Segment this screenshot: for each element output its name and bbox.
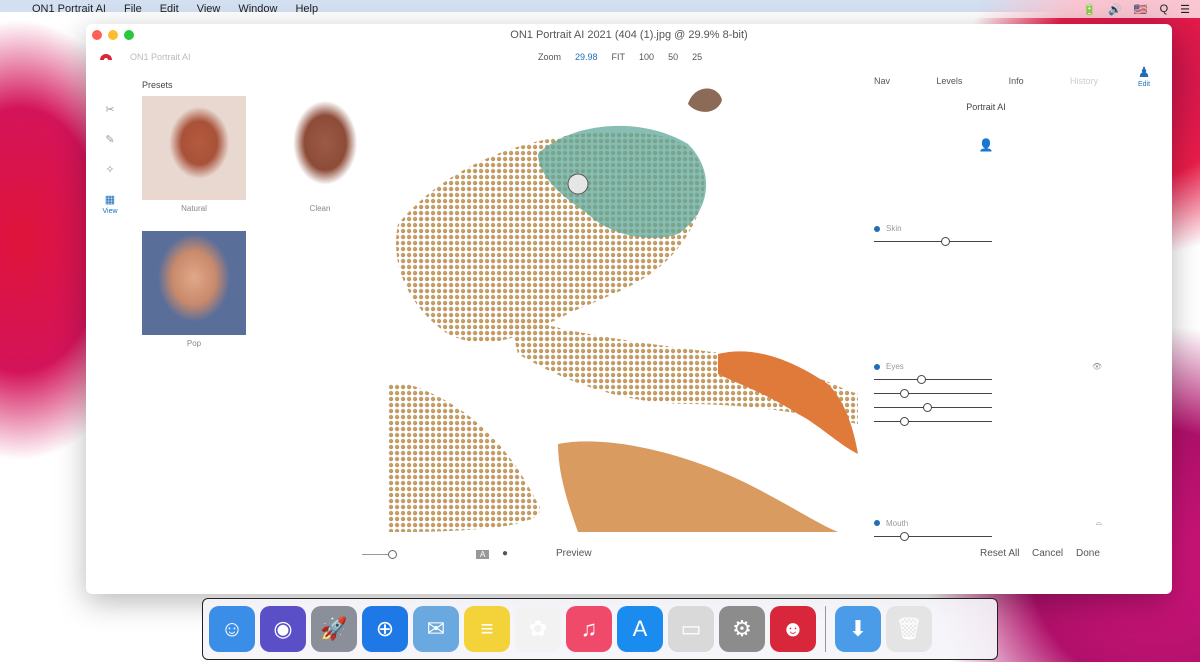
input-source-icon[interactable]: 🇺🇸 (1134, 3, 1148, 16)
battery-icon[interactable]: 🔋 (1082, 3, 1096, 16)
reset-all-button[interactable]: Reset All (980, 548, 1019, 559)
volume-icon[interactable]: 🔊 (1108, 3, 1122, 16)
bottom-bar: A ● Preview Reset All Cancel Done (86, 546, 1172, 566)
compare-a-button[interactable]: A (476, 550, 490, 559)
skin-slider[interactable] (874, 237, 1014, 247)
on1-logo-icon (100, 54, 112, 62)
tab-levels[interactable]: Levels (936, 76, 962, 86)
dock-launchpad-icon[interactable]: 🚀 (311, 606, 357, 652)
panel-title: Portrait AI (966, 102, 1006, 112)
dock-photos-icon[interactable]: ✿ (515, 606, 561, 652)
preset-thumbnail (142, 231, 246, 335)
image-canvas[interactable] (388, 84, 864, 532)
preset-thumbnail (142, 96, 246, 200)
window-title: ON1 Portrait AI 2021 (404 (1).jpg @ 29.9… (510, 29, 748, 41)
crop-tool-icon[interactable]: ✂ (96, 94, 124, 124)
zoom-label: Zoom (538, 52, 562, 62)
dock-siri-icon[interactable]: ◉ (260, 606, 306, 652)
panel-tabs: Nav Levels Info History (866, 72, 1106, 90)
dock-app-store-icon[interactable]: A (617, 606, 663, 652)
skin-label: Skin (886, 224, 902, 233)
dock-notes-icon[interactable]: ≡ (464, 606, 510, 652)
zoom-fit-button[interactable]: FIT (612, 52, 626, 62)
view-tool-label: View (102, 208, 118, 215)
menu-help[interactable]: Help (295, 3, 318, 15)
add-face-icon[interactable]: 👤 (866, 138, 1106, 152)
control-center-icon[interactable]: ☰ (1180, 3, 1190, 16)
eye-icon: 👁 (1091, 362, 1102, 371)
tab-history[interactable]: History (1070, 76, 1098, 86)
preset-pop[interactable]: Pop (142, 231, 246, 348)
zoom-controls: Zoom 29.98 FIT 100 50 25 (538, 52, 702, 62)
app-toolbar: ON1 Portrait AI Zoom 29.98 FIT 100 50 25 (86, 46, 1172, 70)
window-controls (92, 30, 134, 40)
dock-mail-icon[interactable]: ✉ (413, 606, 459, 652)
done-button[interactable]: Done (1076, 548, 1100, 559)
close-window-button[interactable] (92, 30, 102, 40)
preset-label: Clean (309, 204, 331, 213)
cancel-button[interactable]: Cancel (1032, 548, 1063, 559)
dock-safari-icon[interactable]: ⊕ (362, 606, 408, 652)
dock-on1-portrait-icon[interactable]: ☻ (770, 606, 816, 652)
eyes-section: Eyes 👁 (874, 362, 1102, 427)
preview-button[interactable]: Preview (556, 548, 592, 559)
zoom-50-button[interactable]: 50 (668, 52, 678, 62)
status-area: 🔋 🔊 🇺🇸 Q ☰ (1082, 0, 1190, 18)
lips-icon: ⌓ (1095, 518, 1102, 527)
zoom-value[interactable]: 29.98 (575, 52, 598, 62)
eyes-slider-3[interactable] (874, 403, 1102, 413)
mouth-slider[interactable] (874, 532, 1102, 542)
title-bar: ON1 Portrait AI 2021 (404 (1).jpg @ 29.9… (86, 24, 1172, 46)
preset-label: Pop (186, 339, 202, 348)
zoom-100-button[interactable]: 100 (639, 52, 654, 62)
edit-module-label: Edit (1137, 81, 1151, 88)
menu-app[interactable]: ON1 Portrait AI (32, 3, 106, 15)
preset-thumbnail (268, 96, 372, 200)
presets-panel: Presets Natural Clean Pop (142, 80, 382, 348)
eyes-toggle[interactable] (874, 363, 880, 370)
zoom-25-button[interactable]: 25 (692, 52, 702, 62)
brush-tool-icon[interactable]: ✎ (96, 124, 124, 154)
zoom-window-button[interactable] (124, 30, 134, 40)
skin-section: Skin (874, 224, 1014, 247)
dock-separator (825, 606, 826, 652)
menu-view[interactable]: View (197, 3, 221, 15)
preset-clean[interactable]: Clean (268, 96, 372, 213)
presets-title: Presets (142, 80, 173, 90)
app-window: ON1 Portrait AI 2021 (404 (1).jpg @ 29.9… (86, 24, 1172, 594)
spotlight-icon[interactable]: Q (1160, 3, 1169, 15)
thumbnail-size-knob[interactable] (388, 550, 397, 559)
menu-bar: ON1 Portrait AI File Edit View Window He… (0, 0, 1200, 18)
mouth-section: Mouth ⌓ (874, 518, 1102, 542)
eyes-slider-2[interactable] (874, 389, 1102, 399)
tool-strip: ✂ ✎ ✧ ▦ View (96, 94, 124, 216)
eyes-slider-1[interactable] (874, 375, 1102, 385)
dock-preview-icon[interactable]: ▭ (668, 606, 714, 652)
skin-toggle[interactable] (874, 225, 880, 232)
preview-dot-icon[interactable]: ● (502, 548, 508, 559)
minimize-window-button[interactable] (108, 30, 118, 40)
menu-file[interactable]: File (124, 3, 142, 15)
menu-edit[interactable]: Edit (160, 3, 179, 15)
eyes-slider-4[interactable] (874, 417, 1102, 427)
dock-downloads-icon[interactable]: ⬇ (835, 606, 881, 652)
eyes-label: Eyes (886, 362, 904, 371)
dock-finder-icon[interactable]: ☺ (209, 606, 255, 652)
app-name: ON1 Portrait AI (130, 52, 191, 62)
preset-natural[interactable]: Natural (142, 96, 246, 213)
mouth-label: Mouth (886, 518, 909, 528)
tab-nav[interactable]: Nav (874, 76, 890, 86)
dock-trash-icon[interactable]: 🗑 (886, 606, 932, 652)
retouch-tool-icon[interactable]: ✧ (96, 154, 124, 184)
mouth-toggle[interactable] (874, 520, 880, 526)
tab-info[interactable]: Info (1009, 76, 1024, 86)
dock-system-preferences-icon[interactable]: ⚙ (719, 606, 765, 652)
dock-music-icon[interactable]: ♫ (566, 606, 612, 652)
edit-module-icon[interactable]: ♟ (1126, 64, 1162, 81)
menu-window[interactable]: Window (238, 3, 277, 15)
preset-label: Natural (181, 204, 207, 213)
dock: ☺ ◉ 🚀 ⊕ ✉ ≡ ✿ ♫ A ▭ ⚙ ☻ ⬇ 🗑 (202, 598, 998, 660)
module-rail: ♟ Edit (1126, 64, 1162, 88)
adjustments-panel: Nav Levels Info History Portrait AI 👤 Sk… (866, 72, 1106, 542)
